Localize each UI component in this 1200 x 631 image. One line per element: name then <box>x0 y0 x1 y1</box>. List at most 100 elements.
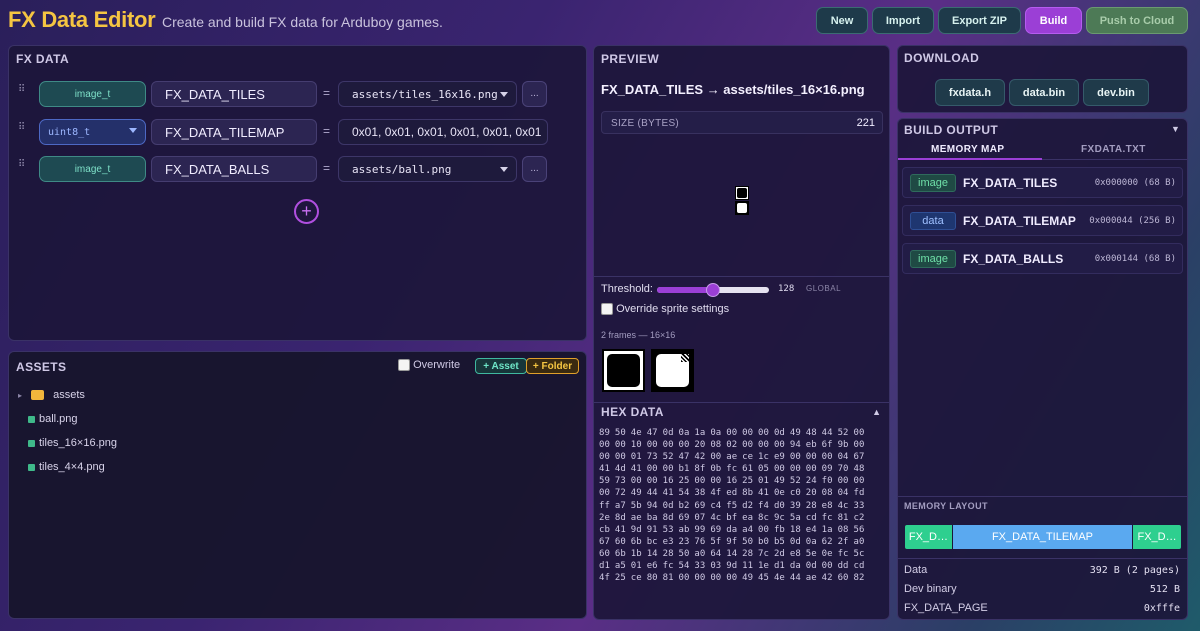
equals-sign: = <box>323 124 331 138</box>
hex-line: cb 41 9d 91 53 ab 99 69 da a4 00 fb 18 e… <box>599 524 865 535</box>
data-value-input[interactable]: 0x01, 0x01, 0x01, 0x01, 0x01, 0x01 <box>338 119 548 145</box>
sprite-frame-1[interactable] <box>602 349 645 392</box>
entry-address: 0x000044 (256 B) <box>1089 216 1176 226</box>
memory-map-entry[interactable]: image FX_DATA_TILES 0x000000 (68 B) <box>902 167 1183 198</box>
symbol-name-input[interactable]: FX_DATA_TILES <box>151 81 317 107</box>
tab-fxdata-txt[interactable]: FXDATA.TXT <box>1081 144 1146 155</box>
export-zip-button[interactable]: Export ZIP <box>938 7 1021 34</box>
symbol-name-input[interactable]: FX_DATA_TILEMAP <box>151 119 317 145</box>
import-button[interactable]: Import <box>872 7 934 34</box>
stat-value: 392 B (2 pages) <box>1089 565 1180 576</box>
override-label: Override sprite settings <box>616 303 730 315</box>
tab-divider <box>1042 159 1187 160</box>
entry-address: 0x000144 (68 B) <box>1094 254 1176 264</box>
hex-line: 41 4d 41 00 00 b1 8f 0b fc 61 05 00 00 0… <box>599 464 865 475</box>
folder-label: assets <box>53 389 85 401</box>
entry-address: 0x000000 (68 B) <box>1094 178 1176 188</box>
stat-value: 512 B <box>1149 584 1180 595</box>
tab-memory-map[interactable]: MEMORY MAP <box>931 144 1004 155</box>
size-label: SIZE (BYTES) <box>611 118 680 129</box>
app-subtitle: Create and build FX data for Arduboy gam… <box>162 14 443 30</box>
file-label: tiles_16×16.png <box>39 437 117 449</box>
slider-fill <box>657 287 713 293</box>
download-dev-bin-button[interactable]: dev.bin <box>1083 79 1149 106</box>
download-data-bin-button[interactable]: data.bin <box>1009 79 1079 106</box>
threshold-slider[interactable] <box>657 283 769 297</box>
tree-folder-assets[interactable]: ▸ assets <box>18 389 85 401</box>
push-to-cloud-button[interactable]: Push to Cloud <box>1086 7 1188 34</box>
collapse-icon[interactable]: ▼ <box>1171 124 1180 134</box>
fx-data-row: ⠿ image_t FX_DATA_BALLS = assets/ball.pn… <box>9 156 586 182</box>
equals-sign: = <box>323 161 331 175</box>
slider-thumb[interactable] <box>706 283 720 297</box>
entry-type-badge: image <box>910 174 956 192</box>
symbol-name-input[interactable]: FX_DATA_BALLS <box>151 156 317 182</box>
app-title: FX Data Editor <box>8 7 156 32</box>
new-button[interactable]: New <box>816 7 868 34</box>
sprite-preview <box>735 186 749 215</box>
entry-name: FX_DATA_TILES <box>963 176 1058 190</box>
entry-type-badge: image <box>910 250 956 268</box>
assets-title: ASSETS <box>16 360 67 374</box>
hex-line: 60 6b 1b 14 28 50 a0 64 14 28 7c 2d e8 5… <box>599 548 865 559</box>
memory-layout-segment: FX_D… <box>905 525 953 549</box>
more-options-button[interactable]: ... <box>522 81 547 107</box>
stat-label: FX_DATA_PAGE <box>904 602 988 614</box>
preview-heading: FX_DATA_TILES → assets/tiles_16×16.png <box>601 82 865 97</box>
build-button[interactable]: Build <box>1025 7 1082 34</box>
threshold-label: Threshold: <box>601 283 653 295</box>
fx-data-row: ⠿ image_t FX_DATA_TILES = assets/tiles_1… <box>9 81 586 107</box>
folder-icon <box>31 390 45 401</box>
assets-panel: ASSETS Overwrite + Asset + Folder ▸ asse… <box>8 351 587 619</box>
hex-line: ff a7 5b 94 0d b2 69 c4 f5 d2 f4 d0 39 2… <box>599 500 865 511</box>
equals-sign: = <box>323 86 331 100</box>
hex-line: 2e 8d ae ba 8d 69 07 4c bf ea 8c 9c 5a c… <box>599 512 865 523</box>
type-select[interactable]: image_t <box>39 81 146 107</box>
overwrite-toggle[interactable]: Overwrite <box>398 359 460 372</box>
hex-line: 67 60 6b bc e3 23 76 5f 9f 50 b0 b5 0d 0… <box>599 536 865 547</box>
sprite-frame-2[interactable] <box>651 349 694 392</box>
hex-line: d1 a5 01 e6 fc 54 33 03 9d 11 1e d1 da 0… <box>599 561 865 572</box>
tree-file[interactable]: ball.png <box>28 413 78 425</box>
tree-file[interactable]: tiles_16×16.png <box>28 437 117 449</box>
header-bar: FX Data Editor Create and build FX data … <box>0 0 1200 44</box>
add-entry-button[interactable]: + <box>294 199 319 224</box>
more-options-button[interactable]: ... <box>522 156 547 182</box>
chevron-down-icon <box>129 128 137 133</box>
memory-map-entry[interactable]: image FX_DATA_BALLS 0x000144 (68 B) <box>902 243 1183 274</box>
collapse-icon[interactable]: ▲ <box>872 407 881 417</box>
chevron-down-icon <box>500 167 508 172</box>
override-checkbox[interactable] <box>601 303 613 316</box>
threshold-scope: GLOBAL <box>806 284 842 293</box>
asset-select[interactable]: assets/ball.png <box>338 156 517 182</box>
divider <box>898 558 1187 559</box>
drag-handle-icon[interactable]: ⠿ <box>18 160 26 176</box>
hex-line: 00 00 01 73 52 47 42 00 ae ce 1c e9 00 0… <box>599 452 865 463</box>
download-fxdata-h-button[interactable]: fxdata.h <box>935 79 1005 106</box>
drag-handle-icon[interactable]: ⠿ <box>18 123 26 139</box>
size-value: 221 <box>856 117 875 129</box>
frames-info: 2 frames — 16×16 <box>601 330 676 340</box>
active-tab-indicator <box>898 158 1042 160</box>
hex-title: HEX DATA <box>601 405 664 419</box>
stat-label: Dev binary <box>904 583 957 595</box>
hex-dump: 89 50 4e 47 0d 0a 1a 0a 00 00 00 0d 49 4… <box>599 427 889 584</box>
add-folder-button[interactable]: + Folder <box>526 358 579 374</box>
asset-select[interactable]: assets/tiles_16x16.png <box>338 81 517 107</box>
entry-type-badge: data <box>910 212 956 230</box>
add-asset-button[interactable]: + Asset <box>475 358 527 374</box>
preview-title: PREVIEW <box>601 52 660 66</box>
entry-name: FX_DATA_BALLS <box>963 252 1064 266</box>
entry-name: FX_DATA_TILEMAP <box>963 214 1076 228</box>
tree-file[interactable]: tiles_4×4.png <box>28 461 105 473</box>
type-select[interactable]: uint8_t <box>39 119 146 145</box>
memory-map-entry[interactable]: data FX_DATA_TILEMAP 0x000044 (256 B) <box>902 205 1183 236</box>
override-sprite-toggle[interactable]: Override sprite settings <box>601 303 730 316</box>
stat-label: Data <box>904 564 928 576</box>
type-select[interactable]: image_t <box>39 156 146 182</box>
hex-line: 89 50 4e 47 0d 0a 1a 0a 00 00 00 0d 49 4… <box>599 428 865 438</box>
divider <box>594 402 889 403</box>
stat-value: 0xfffe <box>1143 603 1180 614</box>
overwrite-checkbox[interactable] <box>398 359 410 372</box>
drag-handle-icon[interactable]: ⠿ <box>18 85 26 101</box>
